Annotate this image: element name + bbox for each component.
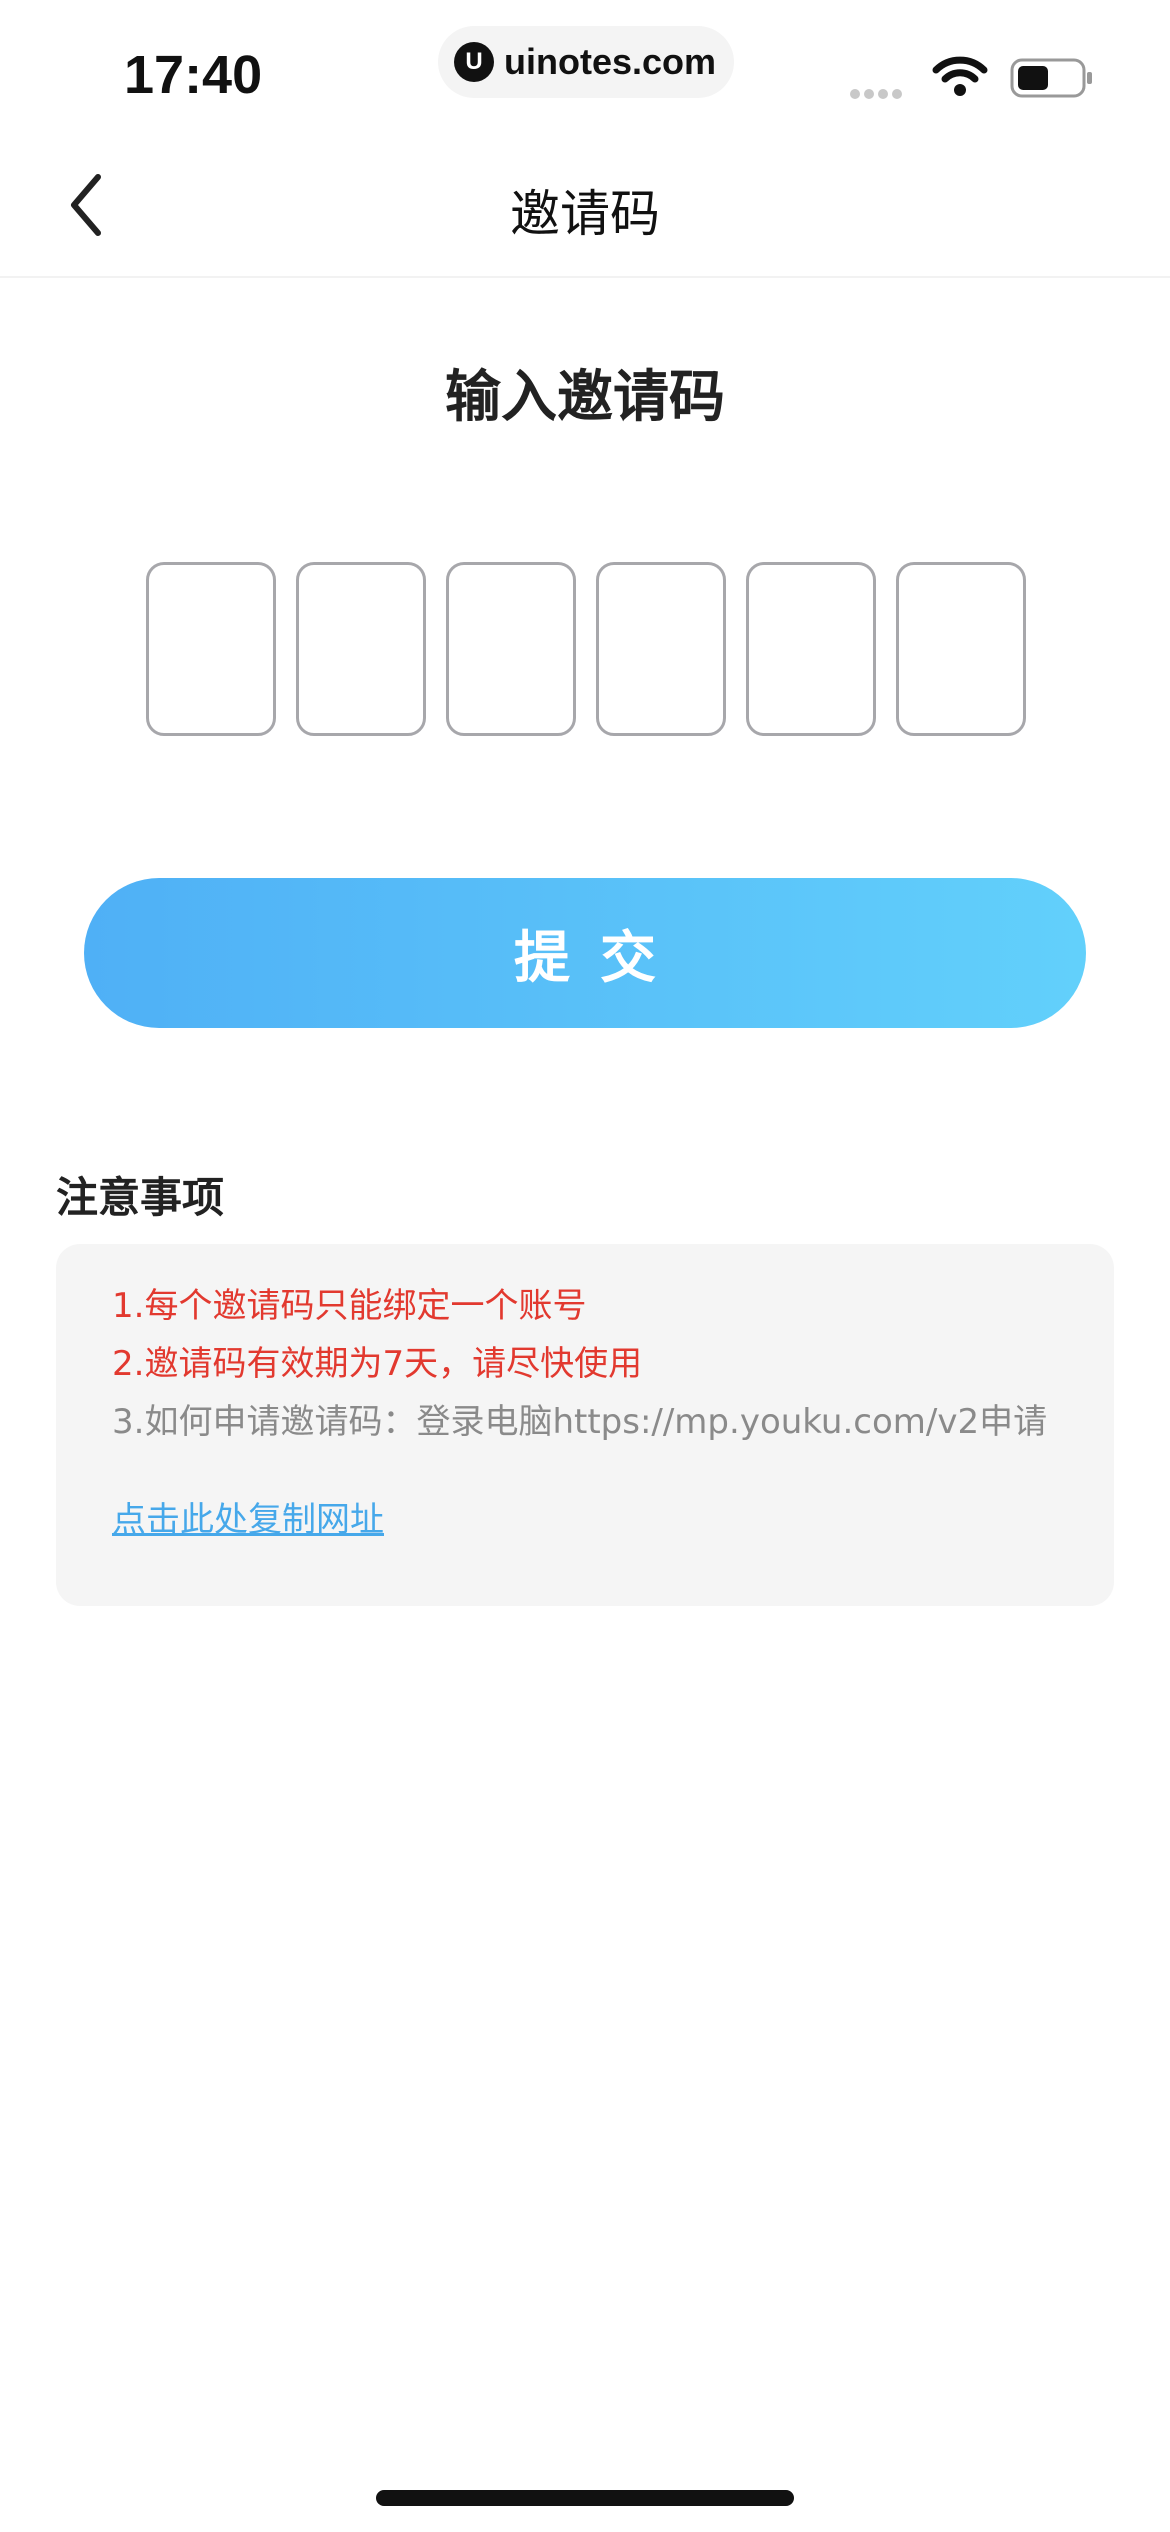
submit-button[interactable]: 提交 <box>84 878 1086 1028</box>
wifi-icon <box>932 56 988 96</box>
url-text: uinotes.com <box>504 41 717 82</box>
nav-bar: 邀请码 <box>0 130 1170 278</box>
status-time: 17:40 <box>124 45 263 105</box>
code-input-row <box>146 562 1026 738</box>
note-item-1: 1.每个邀请码只能绑定一个账号 <box>112 1286 587 1326</box>
copy-url-link[interactable]: 点击此处复制网址 <box>112 1500 384 1540</box>
status-icons <box>850 54 1100 99</box>
code-box-4[interactable] <box>596 562 726 736</box>
home-indicator <box>376 2490 794 2506</box>
uinotes-logo-icon: U <box>454 42 494 82</box>
input-heading: 输入邀请码 <box>445 365 725 430</box>
code-box-2[interactable] <box>296 562 426 736</box>
notes-title: 注意事项 <box>56 1173 225 1222</box>
code-box-1[interactable] <box>146 562 276 736</box>
code-box-6[interactable] <box>896 562 1026 736</box>
code-box-3[interactable] <box>446 562 576 736</box>
signal-icon <box>850 84 906 103</box>
battery-icon <box>1010 58 1092 98</box>
code-box-5[interactable] <box>746 562 876 736</box>
note-item-2: 2.邀请码有效期为7天，请尽快使用 <box>112 1344 643 1384</box>
status-bar: 17:40 U uinotes.com <box>0 0 1170 130</box>
notes-card: 1.每个邀请码只能绑定一个账号 2.邀请码有效期为7天，请尽快使用 3.如何申请… <box>56 1244 1114 1606</box>
nav-title: 邀请码 <box>510 185 660 243</box>
invite-code-page: 17:40 U uinotes.com 邀请码 输入邀请码 提交 注意事项 1.… <box>0 0 1170 2532</box>
note-item-3: 3.如何申请邀请码：登录电脑https://mp.youku.com/v2申请 <box>112 1402 1048 1442</box>
url-pill: U uinotes.com <box>438 26 734 98</box>
